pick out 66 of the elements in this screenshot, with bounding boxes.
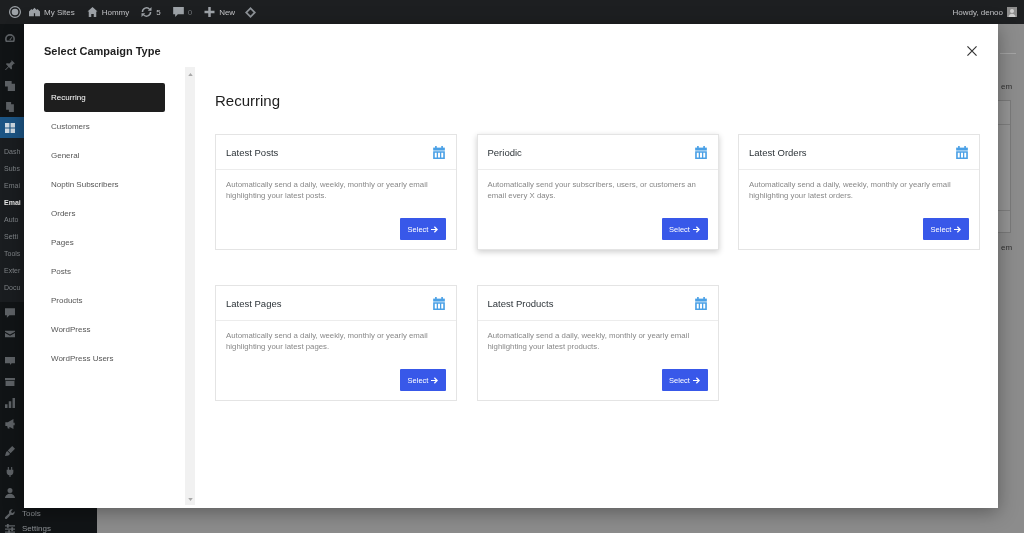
card-title: Latest Products <box>487 297 554 309</box>
modal-title: Select Campaign Type <box>44 43 161 58</box>
calendar-icon <box>433 145 445 159</box>
account-link[interactable]: Howdy, denoo <box>952 0 1024 24</box>
section-heading: Recurring <box>215 92 282 110</box>
admin-bar-link[interactable]: My Sites <box>24 0 80 24</box>
admin-bar-link[interactable]: Hommy <box>81 0 135 24</box>
arrow-right-icon <box>954 225 962 233</box>
category-tab[interactable]: WordPress Users <box>44 344 165 373</box>
admin-bar-link[interactable]: 0 <box>167 0 198 24</box>
plus-icon <box>204 7 216 17</box>
scrollbar[interactable] <box>185 67 195 505</box>
admin-bar-link[interactable]: New <box>199 0 241 24</box>
card-title: Latest Posts <box>226 146 279 158</box>
menu-item[interactable]: Tools <box>0 503 97 524</box>
calendar-icon <box>694 296 707 310</box>
documents-icon[interactable] <box>5 101 15 112</box>
envelope-icon[interactable] <box>5 328 15 339</box>
grid-icon <box>5 122 15 133</box>
home-icon <box>86 7 98 17</box>
close-button[interactable] <box>966 44 978 57</box>
category-tab[interactable]: Orders <box>44 199 165 228</box>
avatar-icon <box>1007 7 1017 17</box>
speech-bubble-icon <box>172 7 184 17</box>
background-text: em <box>1000 243 1013 253</box>
category-tab[interactable]: WordPress <box>44 315 165 344</box>
bar-chart-icon[interactable] <box>5 397 15 408</box>
user-icon[interactable] <box>5 487 15 498</box>
megaphone-icon[interactable] <box>5 418 15 429</box>
card-title: Periodic <box>487 146 522 158</box>
category-tab[interactable]: Recurring <box>44 83 165 112</box>
calendar-icon <box>433 296 445 310</box>
refresh-icon <box>141 7 153 17</box>
caret-up-icon[interactable] <box>187 73 193 76</box>
category-tab[interactable]: General <box>44 141 165 170</box>
arrow-right-icon <box>431 376 439 384</box>
admin-bar-link[interactable]: 5 <box>136 0 166 24</box>
speech-bubble-icon[interactable] <box>5 307 15 318</box>
pin-icon[interactable] <box>5 59 15 70</box>
chat-box-icon[interactable] <box>5 355 15 366</box>
menu-item[interactable]: Settings <box>0 524 97 533</box>
category-tab[interactable]: Noptin Subscribers <box>44 170 165 199</box>
caret-down-icon[interactable] <box>187 498 193 501</box>
box-icon[interactable] <box>5 376 15 387</box>
stacked-frames-icon[interactable] <box>5 80 15 91</box>
arrow-right-icon <box>692 376 700 384</box>
diamond-icon[interactable] <box>245 6 257 18</box>
category-tab[interactable]: Posts <box>44 257 165 286</box>
calendar-icon <box>956 145 968 159</box>
plug-icon[interactable] <box>5 466 15 477</box>
card-title: Latest Orders <box>749 146 807 158</box>
category-tab[interactable]: Customers <box>44 112 165 141</box>
background-text: em <box>1000 82 1013 92</box>
arrow-right-icon <box>692 225 700 233</box>
category-tab[interactable]: Products <box>44 286 165 315</box>
sliders-icon <box>5 523 15 533</box>
close-icon <box>967 45 977 56</box>
gauge-icon[interactable] <box>5 32 15 43</box>
card-title: Latest Pages <box>226 297 282 309</box>
logo-icon[interactable] <box>9 6 21 18</box>
calendar-icon <box>694 145 707 159</box>
pencil-icon[interactable] <box>5 445 15 456</box>
arrow-right-icon <box>431 225 439 233</box>
wrench-icon <box>5 508 15 519</box>
category-tab[interactable]: Pages <box>44 228 165 257</box>
houses-icon <box>29 7 40 17</box>
